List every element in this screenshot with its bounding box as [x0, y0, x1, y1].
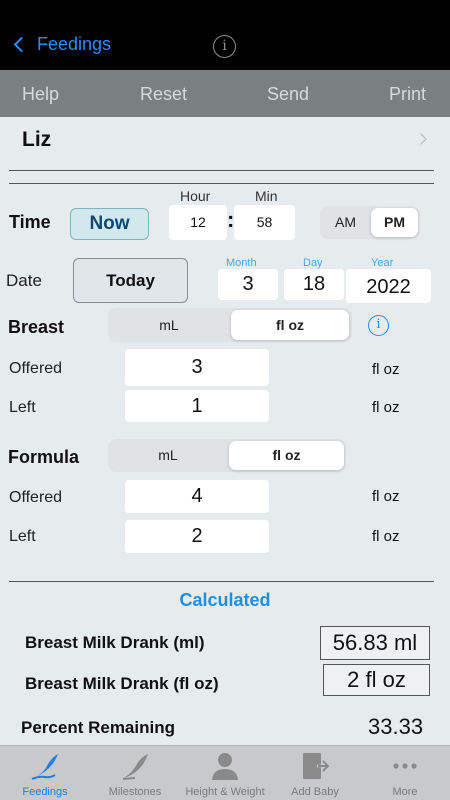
- tab-label: Add Baby: [291, 786, 339, 798]
- am-option[interactable]: AM: [322, 208, 369, 237]
- back-button[interactable]: Feedings: [12, 34, 111, 55]
- breast-label: Breast: [8, 317, 65, 337]
- day-label: Day: [303, 257, 323, 269]
- divider: [9, 183, 434, 184]
- today-button[interactable]: Today: [73, 258, 188, 303]
- am-pm-selector: AM PM: [320, 206, 420, 239]
- print-button[interactable]: Print: [389, 84, 426, 105]
- tab-add-baby[interactable]: Add Baby: [270, 750, 360, 798]
- navigation-bar: Feedings i: [0, 0, 450, 70]
- baby-name[interactable]: Liz: [22, 128, 51, 152]
- day-field[interactable]: 18: [284, 269, 344, 300]
- formula-floz-option[interactable]: fl oz: [229, 441, 344, 470]
- divider: [9, 581, 434, 582]
- toolbar: Help Reset Send Print: [0, 70, 450, 117]
- date-label: Date: [6, 271, 42, 290]
- minute-field[interactable]: 58: [234, 205, 295, 240]
- reset-button[interactable]: Reset: [140, 84, 187, 105]
- breast-ml-drank-label: Breast Milk Drank (ml): [25, 633, 205, 652]
- percent-remaining-value: 33.33: [368, 714, 424, 739]
- formula-left-label: Left: [9, 528, 36, 545]
- tab-label: Milestones: [108, 786, 162, 798]
- pm-option[interactable]: PM: [371, 208, 418, 237]
- tab-milestones[interactable]: Milestones: [90, 750, 180, 798]
- formula-ml-option[interactable]: mL: [110, 441, 226, 470]
- percent-remaining-label: Percent Remaining: [21, 718, 175, 737]
- chevron-right-icon[interactable]: [415, 133, 427, 145]
- chevron-left-icon: [13, 36, 30, 53]
- breast-floz-option[interactable]: fl oz: [231, 310, 349, 340]
- breast-offered-field[interactable]: 3: [125, 349, 269, 386]
- calculated-title: Calculated: [179, 590, 271, 610]
- now-button[interactable]: Now: [70, 208, 149, 240]
- breast-floz-drank-label: Breast Milk Drank (fl oz): [25, 674, 219, 693]
- breast-ml-option[interactable]: mL: [110, 310, 228, 340]
- hour-field[interactable]: 12: [169, 205, 227, 240]
- breast-ml-drank-value: 56.83 ml: [320, 626, 430, 660]
- breast-left-field[interactable]: 1: [125, 390, 269, 422]
- help-button[interactable]: Help: [22, 84, 59, 105]
- feather-pen-icon: [31, 754, 58, 780]
- tab-label: Feedings: [22, 786, 68, 798]
- time-label: Time: [9, 212, 51, 232]
- breast-offered-label: Offered: [9, 360, 63, 377]
- info-icon[interactable]: i: [368, 315, 389, 336]
- send-button[interactable]: Send: [267, 84, 309, 105]
- formula-label: Formula: [8, 447, 80, 467]
- minute-label: Min: [255, 188, 278, 204]
- formula-offered-label: Offered: [9, 489, 63, 506]
- formula-left-unit: fl oz: [372, 528, 400, 545]
- tab-label: Height & Weight: [185, 786, 265, 798]
- quill-icon: [122, 754, 148, 780]
- back-label: Feedings: [37, 34, 112, 54]
- add-document-icon: [303, 753, 331, 779]
- more-dots-icon: [393, 763, 417, 769]
- tab-bar: Feedings Milestones Height & Weight Add …: [0, 745, 450, 800]
- person-icon: [212, 753, 238, 780]
- tab-more[interactable]: More: [360, 750, 450, 798]
- formula-left-field[interactable]: 2: [125, 520, 269, 553]
- breast-left-label: Left: [9, 399, 36, 416]
- info-icon[interactable]: i: [213, 35, 236, 58]
- breast-left-unit: fl oz: [372, 399, 400, 416]
- divider: [9, 170, 434, 171]
- tab-label: More: [392, 786, 418, 798]
- tab-height-weight[interactable]: Height & Weight: [180, 750, 270, 798]
- year-field[interactable]: 2022: [346, 269, 431, 303]
- breast-unit-selector: mL fl oz: [108, 308, 352, 342]
- breast-offered-unit: fl oz: [372, 361, 400, 378]
- month-label: Month: [226, 257, 257, 269]
- month-field[interactable]: 3: [218, 269, 278, 300]
- tab-feedings[interactable]: Feedings: [0, 750, 90, 798]
- hour-label: Hour: [180, 188, 211, 204]
- breast-floz-drank-value: 2 fl oz: [323, 664, 430, 696]
- feeding-form: Liz Hour Min Time Now 12 : 58 AM PM Mont…: [0, 117, 450, 745]
- formula-offered-unit: fl oz: [372, 488, 400, 505]
- year-label: Year: [371, 257, 394, 269]
- formula-unit-selector: mL fl oz: [108, 439, 346, 472]
- formula-offered-field[interactable]: 4: [125, 480, 269, 513]
